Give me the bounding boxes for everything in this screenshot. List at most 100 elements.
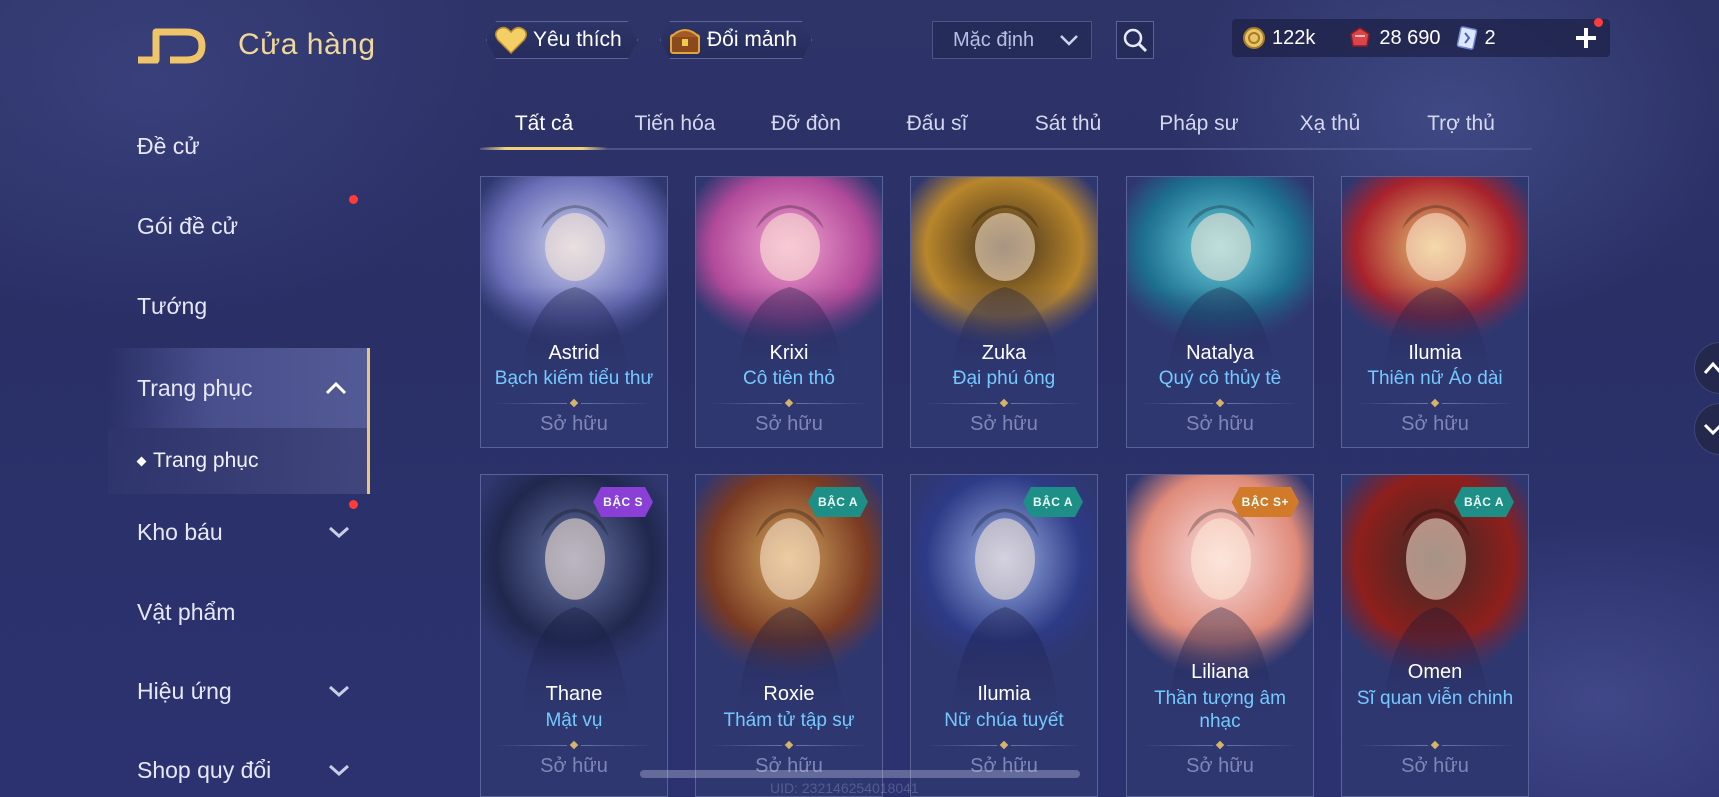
card-divider	[925, 740, 1083, 750]
ticket-amount: 2	[1484, 26, 1496, 49]
tab-assassin[interactable]: Sát thủ	[1004, 100, 1132, 148]
tier-badge: BẬC A	[808, 487, 868, 517]
skin-name: Cô tiên thỏ	[743, 368, 835, 389]
skin-card[interactable]: Zuka Đại phú ông Sở hữu	[910, 176, 1098, 448]
tab-support[interactable]: Trợ thủ	[1397, 100, 1525, 148]
ownership-status: Sở hữu	[755, 413, 823, 435]
tier-badge: BẬC A	[1454, 487, 1514, 517]
sidebar-item-heroes[interactable]: Tướng	[108, 270, 370, 342]
ownership-status: Sở hữu	[970, 413, 1038, 435]
tab-evolution[interactable]: Tiến hóa	[611, 100, 739, 148]
back-button[interactable]	[136, 26, 208, 66]
diamond-ornament-icon	[1215, 398, 1225, 408]
scroll-down-button[interactable]	[1694, 403, 1719, 455]
tier-badge: BẬC A	[1023, 487, 1083, 517]
gold-coin-icon	[1243, 27, 1265, 49]
tab-warrior[interactable]: Đấu sĩ	[873, 100, 1001, 148]
chevron-down-icon	[1060, 35, 1078, 46]
currency-bar: 122k 28 690 2	[1232, 19, 1610, 57]
sidebar: Đề cử Gói đề cử Tướng Trang phục Trang p…	[0, 100, 370, 797]
chevron-down-icon	[329, 764, 349, 777]
tab-mage[interactable]: Pháp sư	[1135, 100, 1263, 148]
skin-card[interactable]: Natalya Quý cô thủy tề Sở hữu	[1126, 176, 1314, 448]
skin-card[interactable]: BẬC S+ Liliana Thần tượng âm nhạc Sở hữu	[1126, 474, 1314, 797]
skin-card[interactable]: BẬC A Ilumia Nữ chúa tuyết Sở hữu	[910, 474, 1098, 797]
diamond-ornament-icon	[999, 398, 1009, 408]
card-divider	[710, 740, 868, 750]
skin-name: Mật vụ	[545, 710, 603, 731]
sidebar-item-label: Shop quy đổi	[137, 756, 272, 783]
back-arrow-icon	[138, 28, 206, 64]
search-icon	[1123, 28, 1148, 53]
sidebar-item-items[interactable]: Vật phẩm	[108, 576, 370, 648]
card-divider	[495, 398, 653, 408]
skin-card[interactable]: Astrid Bạch kiếm tiểu thư Sở hữu	[480, 176, 668, 448]
fragment-label: Đổi mảnh	[707, 28, 797, 51]
skin-name: Bạch kiếm tiểu thư	[494, 368, 654, 389]
skin-card[interactable]: Ilumia Thiên nữ Áo dài Sở hữu	[1341, 176, 1529, 448]
diamond-ornament-icon	[569, 398, 579, 408]
favorite-label: Yêu thích	[533, 28, 622, 51]
card-divider	[1356, 740, 1514, 750]
skin-card[interactable]: BẬC A Omen Sĩ quan viễn chinh Sở hữu	[1341, 474, 1529, 797]
hero-name: Liliana	[1191, 661, 1249, 683]
skin-name: Đại phú ông	[952, 368, 1056, 389]
favorite-button[interactable]: Yêu thích	[486, 21, 638, 59]
card-divider	[710, 398, 868, 408]
sidebar-item-label: Gói đề cử	[137, 212, 239, 239]
tab-marksman[interactable]: Xạ thủ	[1266, 100, 1394, 148]
diamond-ornament-icon	[1215, 740, 1225, 750]
sidebar-subitem-skins[interactable]: Trang phục	[108, 428, 370, 494]
hero-name: Roxie	[763, 683, 815, 705]
sidebar-item-label: Đề cử	[137, 132, 200, 159]
hero-name: Omen	[1407, 661, 1463, 683]
diamond-bullet-icon	[136, 456, 147, 466]
recommended-packs-notification-dot	[349, 195, 358, 204]
chevron-down-icon	[329, 526, 349, 539]
ownership-status: Sở hữu	[1186, 755, 1254, 777]
sidebar-item-exchange-shop[interactable]: Shop quy đổi	[108, 734, 370, 797]
topup-notification-dot	[1594, 18, 1603, 27]
card-divider	[1141, 740, 1299, 750]
sort-selected-value: Mặc định	[953, 28, 1035, 51]
diamond-ornament-icon	[784, 740, 794, 750]
card-divider	[495, 740, 653, 750]
sort-dropdown[interactable]: Mặc định	[932, 21, 1092, 59]
diamond-ornament-icon	[569, 740, 579, 750]
sidebar-item-skins[interactable]: Trang phục	[108, 348, 370, 428]
hero-name: Krixi	[769, 342, 809, 364]
hero-name: Natalya	[1186, 342, 1254, 364]
sidebar-item-recommended[interactable]: Đề cử	[108, 110, 370, 182]
hero-name: Ilumia	[1408, 342, 1462, 364]
ownership-status: Sở hữu	[1401, 413, 1469, 435]
diamond-ornament-icon	[1430, 398, 1440, 408]
sidebar-item-treasure[interactable]: Kho báu	[108, 496, 370, 568]
chevron-up-icon	[325, 381, 347, 395]
hero-name: Astrid	[548, 342, 600, 364]
skin-card[interactable]: BẬC A Roxie Thám tử tập sự Sở hữu	[695, 474, 883, 797]
scroll-up-button[interactable]	[1694, 342, 1719, 394]
skin-name: Sĩ quan viễn chinh	[1356, 688, 1514, 709]
card-divider	[1141, 398, 1299, 408]
skin-card[interactable]: BẬC S Thane Mật vụ Sở hữu	[480, 474, 668, 797]
tab-tank[interactable]: Đỡ đòn	[742, 100, 870, 148]
chevron-down-icon	[1703, 423, 1719, 436]
sidebar-item-recommended-packs[interactable]: Gói đề cử	[108, 190, 370, 262]
search-button[interactable]	[1116, 21, 1154, 59]
gold-amount: 122k	[1272, 26, 1316, 49]
sidebar-item-label: Vật phẩm	[137, 598, 236, 625]
sidebar-item-label: Trang phục	[137, 374, 253, 401]
page-title: Cửa hàng	[238, 28, 376, 61]
chevron-down-icon	[329, 685, 349, 698]
sidebar-item-label: Tướng	[137, 292, 208, 319]
gold-balance: 122k	[1242, 26, 1315, 50]
treasure-notification-dot	[349, 500, 358, 509]
skin-card[interactable]: Krixi Cô tiên thỏ Sở hữu	[695, 176, 883, 448]
skin-name: Thiên nữ Áo dài	[1367, 368, 1503, 389]
tab-all[interactable]: Tất cả	[480, 100, 608, 150]
fragment-exchange-button[interactable]: Đổi mảnh	[660, 21, 812, 59]
voucher-amount: 28 690	[1379, 26, 1441, 49]
sidebar-item-effects[interactable]: Hiệu ứng	[108, 655, 370, 727]
skin-name: Quý cô thủy tề	[1158, 368, 1282, 389]
ownership-status: Sở hữu	[540, 413, 608, 435]
